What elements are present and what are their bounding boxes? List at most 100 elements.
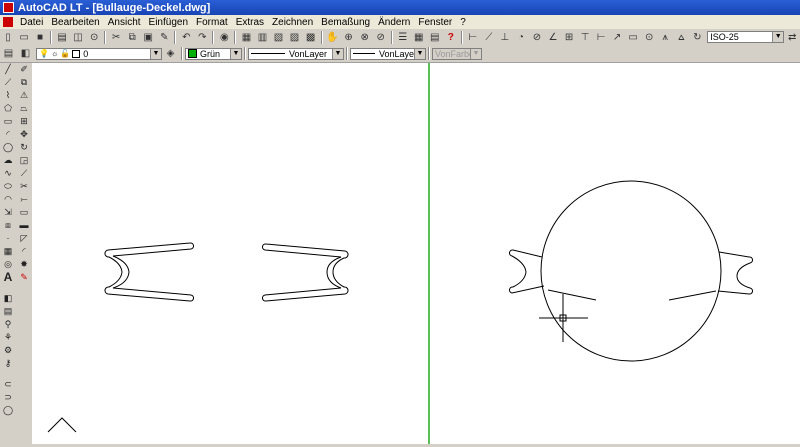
blocks-icon[interactable]: ▨ <box>288 30 302 44</box>
save-icon[interactable]: ■ <box>33 30 47 44</box>
offset-icon[interactable]: ⏢ <box>17 102 31 115</box>
drawing-canvas[interactable] <box>32 63 800 444</box>
menu-bearbeiten[interactable]: Bearbeiten <box>47 17 103 28</box>
spline-icon[interactable]: ∿ <box>1 167 15 180</box>
sheet-icon[interactable]: ▧ <box>271 30 285 44</box>
paste-icon[interactable]: ▣ <box>141 30 155 44</box>
chevron-down-icon[interactable]: ▼ <box>332 48 343 59</box>
designcenter-icon[interactable]: ▦ <box>412 30 426 44</box>
open-icon[interactable]: ▭ <box>17 30 31 44</box>
break-icon[interactable]: ▭ <box>17 206 31 219</box>
leader-icon[interactable]: ↗ <box>610 30 624 44</box>
pan-icon[interactable]: ✋ <box>326 30 340 44</box>
redo-icon[interactable]: ↷ <box>195 30 209 44</box>
rectangle-icon[interactable]: ▭ <box>1 115 15 128</box>
centermark-icon[interactable]: ⊙ <box>642 30 656 44</box>
inner-line-right[interactable] <box>668 290 717 301</box>
inner-line-left[interactable] <box>547 289 597 301</box>
menu-help[interactable]: ? <box>456 17 470 28</box>
layer-previous-icon[interactable]: ◧ <box>18 47 33 61</box>
plot-icon[interactable]: ⊙ <box>87 30 101 44</box>
polygon-icon[interactable]: ⬠ <box>1 102 15 115</box>
view-icon[interactable]: ⊃ <box>1 391 15 404</box>
orbit-icon[interactable]: ⊂ <box>1 378 15 391</box>
dimradius-icon[interactable]: ◔ <box>514 30 528 44</box>
hatch-icon[interactable]: ▦ <box>1 245 15 258</box>
bracket-part-right[interactable] <box>261 243 349 302</box>
menu-zeichnen[interactable]: Zeichnen <box>268 17 317 28</box>
scale-icon[interactable]: ◲ <box>17 154 31 167</box>
trim-icon[interactable]: ✂ <box>17 180 31 193</box>
line-icon[interactable]: ╱ <box>1 63 15 76</box>
document-icon[interactable] <box>3 17 13 27</box>
lineweight-dropdown[interactable]: VonLayer ▼ <box>350 47 426 60</box>
porthole-circle[interactable] <box>540 180 722 362</box>
menu-bemassung[interactable]: Bemaßung <box>317 17 374 28</box>
massprop-icon[interactable]: ⚙ <box>1 344 15 357</box>
ellipse-icon[interactable]: ⬭ <box>1 180 15 193</box>
dimstyle-dropdown[interactable]: ISO-25 ▼ <box>707 31 785 43</box>
autocad-app-icon[interactable] <box>3 2 14 13</box>
qdim-icon[interactable]: ⊞ <box>562 30 576 44</box>
erase-icon[interactable]: ✐ <box>17 63 31 76</box>
help-icon[interactable]: ? <box>444 30 458 44</box>
publish-icon[interactable]: ◉ <box>217 30 231 44</box>
area-icon[interactable]: ⚲ <box>1 318 15 331</box>
stretch-icon[interactable]: ⟋ <box>17 167 31 180</box>
chamfer-icon[interactable]: ◸ <box>17 232 31 245</box>
distance-icon[interactable]: ▤ <box>1 305 15 318</box>
print-icon[interactable]: ▤ <box>55 30 69 44</box>
cut-icon[interactable]: ✂ <box>109 30 123 44</box>
toolpalette-icon[interactable]: ▤ <box>428 30 442 44</box>
eraser-icon[interactable]: ✎ <box>17 271 31 284</box>
dimcontinue-icon[interactable]: ⊢ <box>594 30 608 44</box>
matchprop-icon[interactable]: ✎ <box>157 30 171 44</box>
chevron-down-icon[interactable]: ▼ <box>150 48 161 59</box>
block-icon[interactable]: ⧈ <box>1 219 15 232</box>
text-icon[interactable]: A <box>1 271 15 284</box>
menu-extras[interactable]: Extras <box>232 17 268 28</box>
layers-icon[interactable]: ▥ <box>255 30 269 44</box>
menu-format[interactable]: Format <box>192 17 232 28</box>
linetype-dropdown[interactable]: VonLayer ▼ <box>248 47 344 60</box>
render-icon[interactable]: ◯ <box>1 404 15 417</box>
menu-datei[interactable]: Datei <box>16 17 47 28</box>
dimupdate-icon[interactable]: ↻ <box>690 30 704 44</box>
dimlinear-icon[interactable]: ⊢ <box>466 30 480 44</box>
rotate-icon[interactable]: ↻ <box>17 141 31 154</box>
point-icon[interactable]: · <box>1 232 15 245</box>
copy-icon[interactable]: ⧉ <box>125 30 139 44</box>
menu-aendern[interactable]: Ändern <box>374 17 414 28</box>
xline-icon[interactable]: ⟋ <box>1 76 15 89</box>
list-icon[interactable]: ⚘ <box>1 331 15 344</box>
undo-icon[interactable]: ↶ <box>179 30 193 44</box>
new-icon[interactable]: ▯ <box>1 30 15 44</box>
copy-obj-icon[interactable]: ⧉ <box>17 76 31 89</box>
layer-manager-icon[interactable]: ▤ <box>1 47 16 61</box>
extend-icon[interactable]: ⤚ <box>17 193 31 206</box>
menu-fenster[interactable]: Fenster <box>414 17 456 28</box>
window-icon[interactable]: ▩ <box>304 30 318 44</box>
properties-icon[interactable]: ☰ <box>396 30 410 44</box>
join-icon[interactable]: ▬ <box>17 219 31 232</box>
explode-icon[interactable]: ✸ <box>17 258 31 271</box>
mirror-icon[interactable]: ⚠ <box>17 89 31 102</box>
id-icon[interactable]: ⚷ <box>1 357 15 370</box>
dimdiameter-icon[interactable]: ⊘ <box>530 30 544 44</box>
layer-dropdown[interactable]: 💡 ☼ 🔓 0 ▼ <box>36 47 162 60</box>
layout-icon[interactable]: ▦ <box>239 30 253 44</box>
color-dropdown[interactable]: Grün ▼ <box>185 47 242 60</box>
arc-icon[interactable]: ◜ <box>1 128 15 141</box>
tolerance-icon[interactable]: ▭ <box>626 30 640 44</box>
chevron-down-icon[interactable]: ▼ <box>772 32 784 42</box>
fillet-icon[interactable]: ◜ <box>17 245 31 258</box>
revcloud-icon[interactable]: ☁ <box>1 154 15 167</box>
ellipse-arc-icon[interactable]: ◠ <box>1 193 15 206</box>
drawing-area[interactable] <box>32 63 800 444</box>
chevron-down-icon[interactable]: ▼ <box>230 48 241 59</box>
zoom-window-icon[interactable]: ⊗ <box>358 30 372 44</box>
dimordinate-icon[interactable]: ⊥ <box>498 30 512 44</box>
dimstyle-manager-icon[interactable]: ⇄ <box>785 30 799 44</box>
zoom-previous-icon[interactable]: ⊘ <box>374 30 388 44</box>
dimbaseline-icon[interactable]: ⊤ <box>578 30 592 44</box>
